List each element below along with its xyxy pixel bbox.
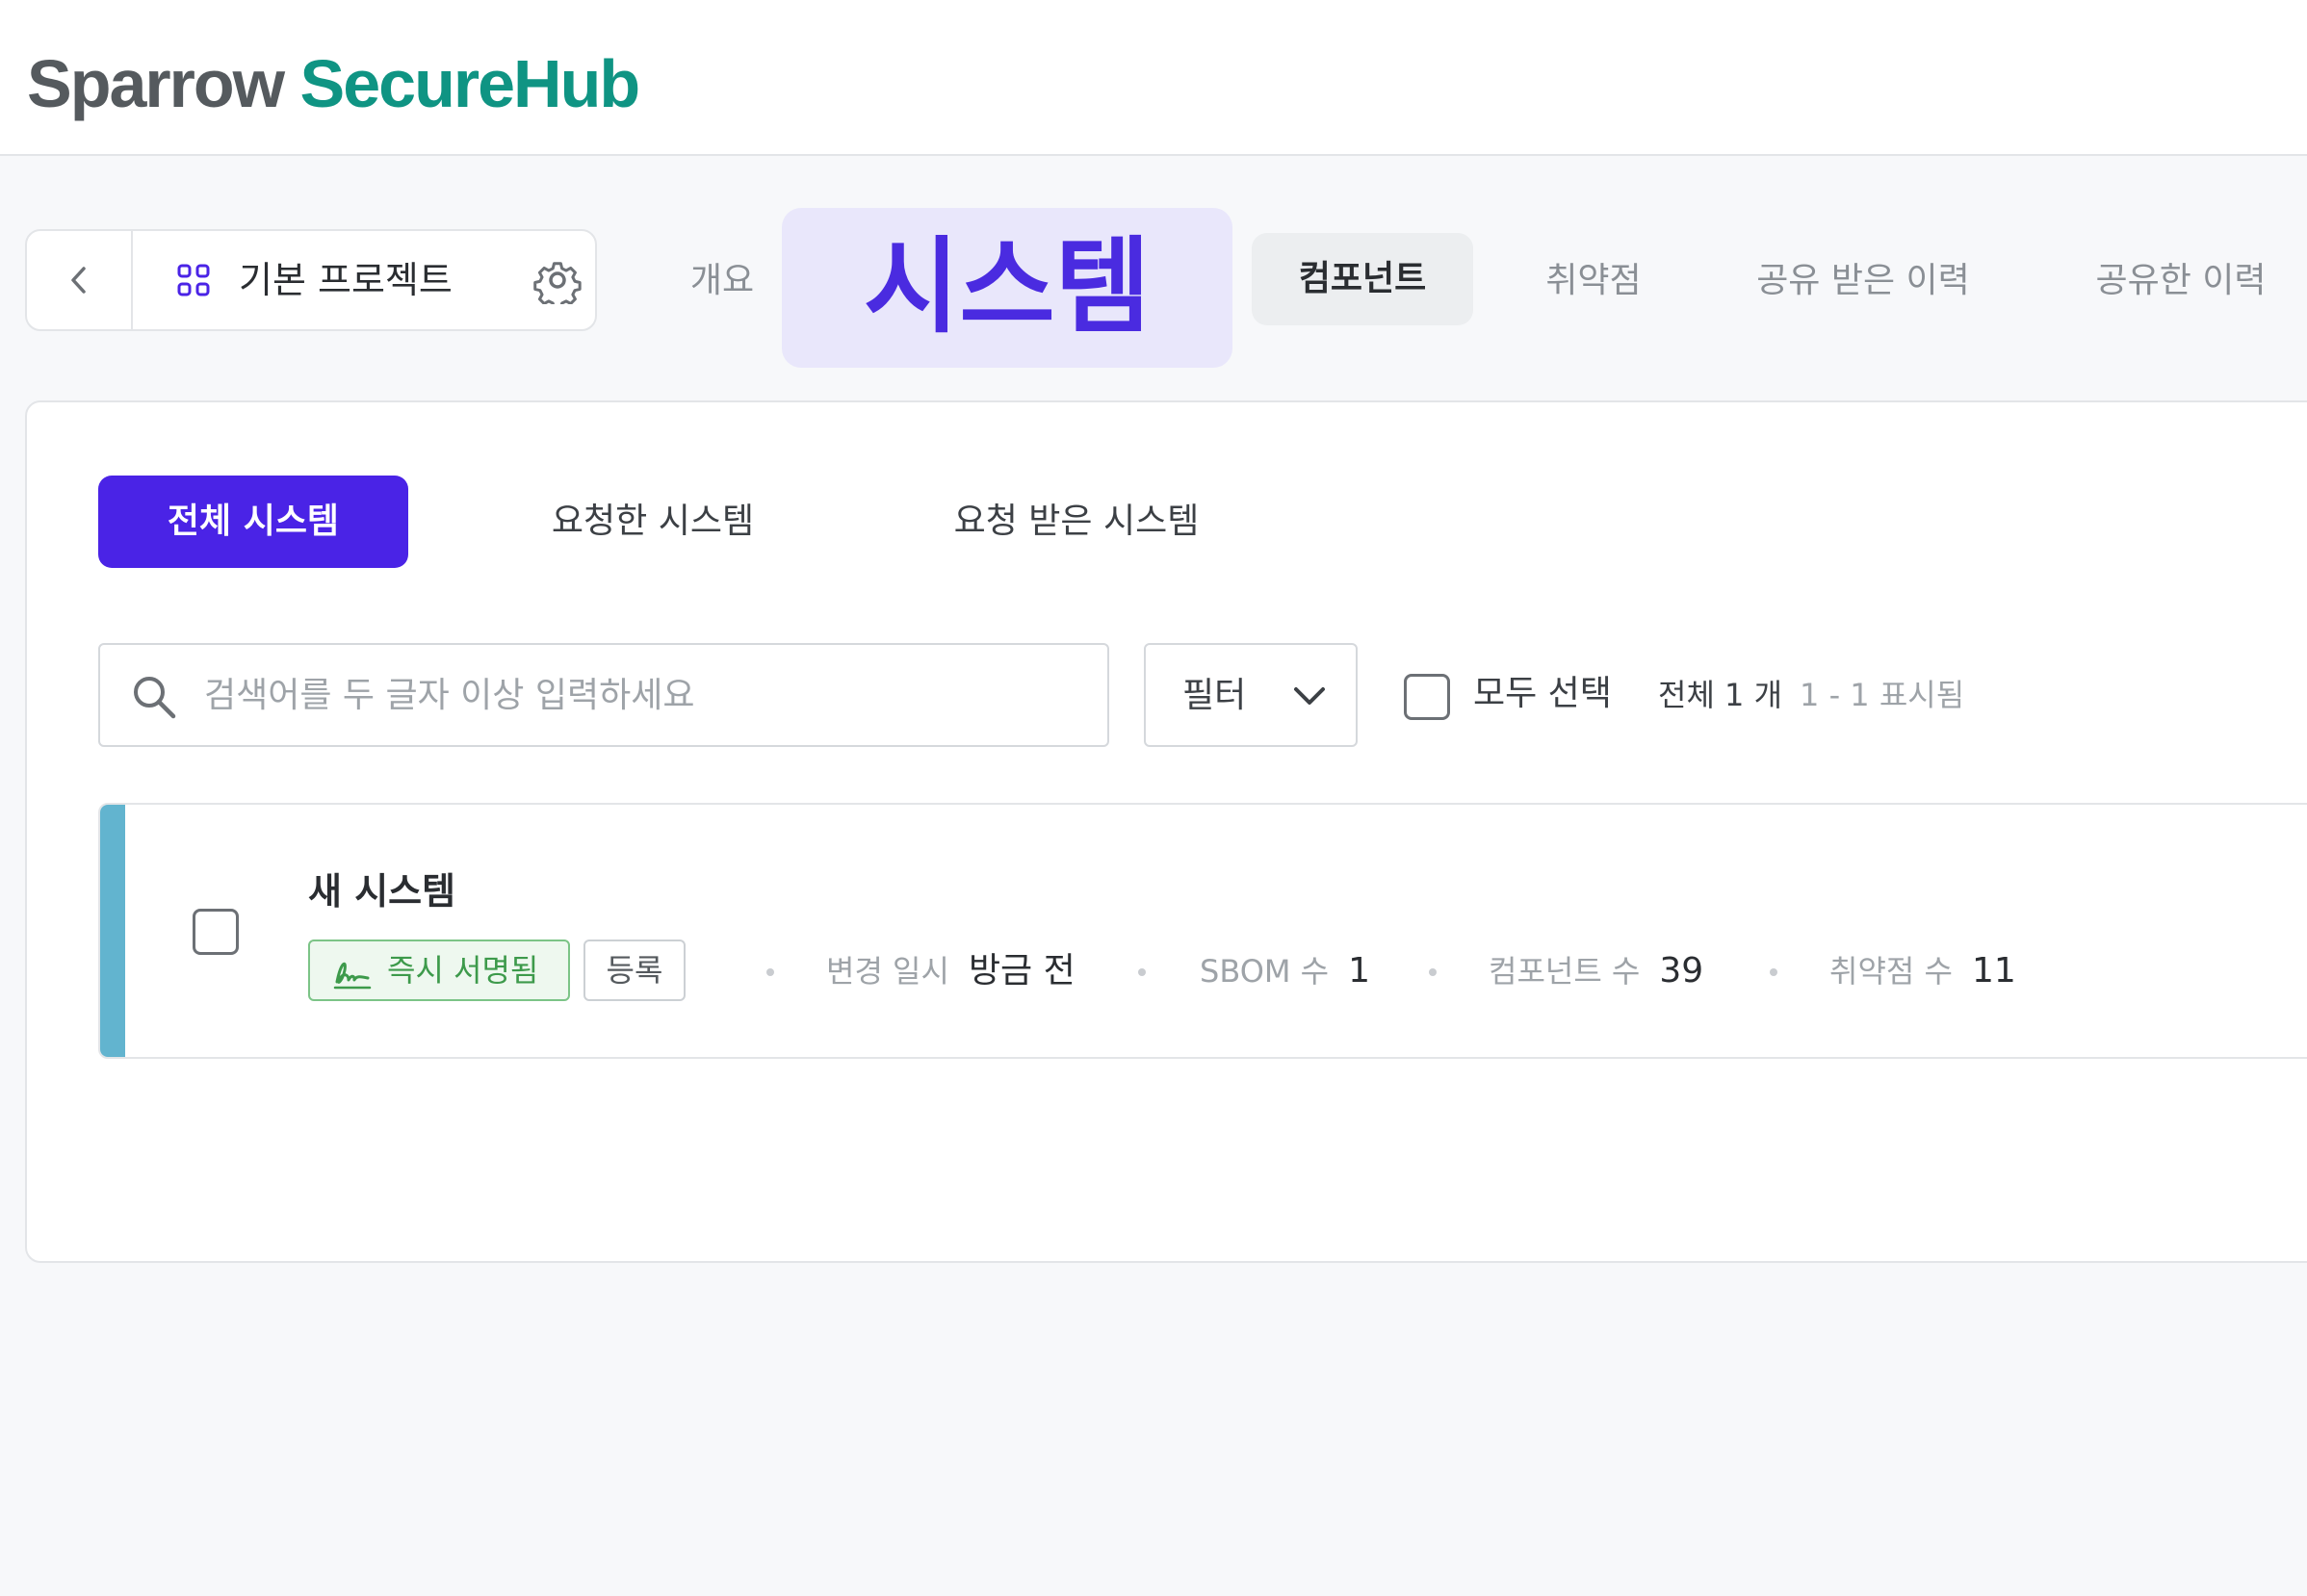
separator-dot bbox=[1429, 968, 1437, 976]
app-logo[interactable]: Sparrow SecureHub bbox=[27, 40, 640, 127]
app-header: Sparrow SecureHub bbox=[0, 0, 2307, 156]
tab-received-share-history[interactable]: 공유 받은 이력 bbox=[1724, 235, 2003, 327]
tab-vulnerabilities[interactable]: 취약점 bbox=[1512, 235, 1675, 327]
tab-systems[interactable]: 시스템 bbox=[782, 208, 1232, 368]
tab-overview[interactable]: 개요 bbox=[664, 235, 780, 327]
gear-icon[interactable] bbox=[533, 256, 582, 304]
systems-panel: 전체 시스템 요청한 시스템 요청 받은 시스템 필터 모두 선택 전체 1 개… bbox=[25, 400, 2307, 1263]
subtab-requested-systems[interactable]: 요청한 시스템 bbox=[508, 476, 797, 568]
vulnerability-count-value: 11 bbox=[1971, 951, 2016, 991]
sbom-count-label: SBOM 수 bbox=[1200, 953, 1330, 990]
sbom-count-value: 1 bbox=[1348, 951, 1371, 991]
chevron-left-icon bbox=[71, 267, 86, 294]
display-range: 1 - 1 표시됨 bbox=[1800, 677, 1965, 713]
system-name[interactable]: 새 시스템 bbox=[308, 864, 455, 918]
subtab-all-systems[interactable]: 전체 시스템 bbox=[98, 476, 408, 568]
signed-badge-label: 즉시 서명됨 bbox=[387, 952, 539, 989]
total-count: 전체 1 개 bbox=[1658, 677, 1783, 713]
component-count-value: 39 bbox=[1659, 951, 1704, 991]
system-row[interactable]: 새 시스템 즉시 서명됨 등록 변경 일시 방금 전 SBOM 수 1 컴포넌트 수… bbox=[98, 803, 2307, 1059]
changed-at-value: 방금 전 bbox=[968, 951, 1076, 991]
result-summary: 전체 1 개 1 - 1 표시됨 bbox=[1658, 670, 1964, 720]
changed-at: 변경 일시 방금 전 bbox=[826, 945, 1076, 997]
changed-at-label: 변경 일시 bbox=[826, 953, 949, 990]
separator-dot bbox=[1770, 968, 1777, 976]
search-icon bbox=[134, 677, 176, 719]
project-name[interactable]: 기본 프로젝트 bbox=[239, 254, 453, 306]
registration-badge: 등록 bbox=[583, 940, 686, 1001]
separator-dot bbox=[1138, 968, 1146, 976]
row-checkbox[interactable] bbox=[193, 909, 239, 955]
search-input[interactable] bbox=[204, 664, 1071, 726]
tab-components[interactable]: 컴포넌트 bbox=[1252, 233, 1473, 325]
signed-badge: 즉시 서명됨 bbox=[308, 940, 570, 1001]
grid-icon bbox=[177, 264, 210, 296]
project-selector: 기본 프로젝트 bbox=[25, 229, 597, 331]
chevron-down-icon bbox=[1294, 687, 1325, 705]
filter-label: 필터 bbox=[1182, 676, 1247, 715]
component-count: 컴포넌트 수 39 bbox=[1489, 945, 1703, 997]
back-button[interactable] bbox=[27, 231, 133, 329]
sbom-count: SBOM 수 1 bbox=[1200, 945, 1370, 997]
select-all-checkbox[interactable] bbox=[1404, 674, 1450, 720]
filter-dropdown[interactable]: 필터 bbox=[1144, 643, 1358, 747]
tab-sent-share-history[interactable]: 공유한 이력 bbox=[2061, 235, 2301, 327]
select-all-label[interactable]: 모두 선택 bbox=[1473, 666, 1612, 722]
subtab-received-systems[interactable]: 요청 받은 시스템 bbox=[913, 476, 1240, 568]
search-box bbox=[98, 643, 1109, 747]
component-count-label: 컴포넌트 수 bbox=[1489, 953, 1641, 990]
signature-icon bbox=[333, 962, 372, 990]
vulnerability-count: 취약점 수 11 bbox=[1829, 945, 2016, 997]
separator-dot bbox=[766, 968, 774, 976]
vulnerability-count-label: 취약점 수 bbox=[1829, 953, 1953, 990]
row-accent-bar bbox=[100, 805, 125, 1057]
